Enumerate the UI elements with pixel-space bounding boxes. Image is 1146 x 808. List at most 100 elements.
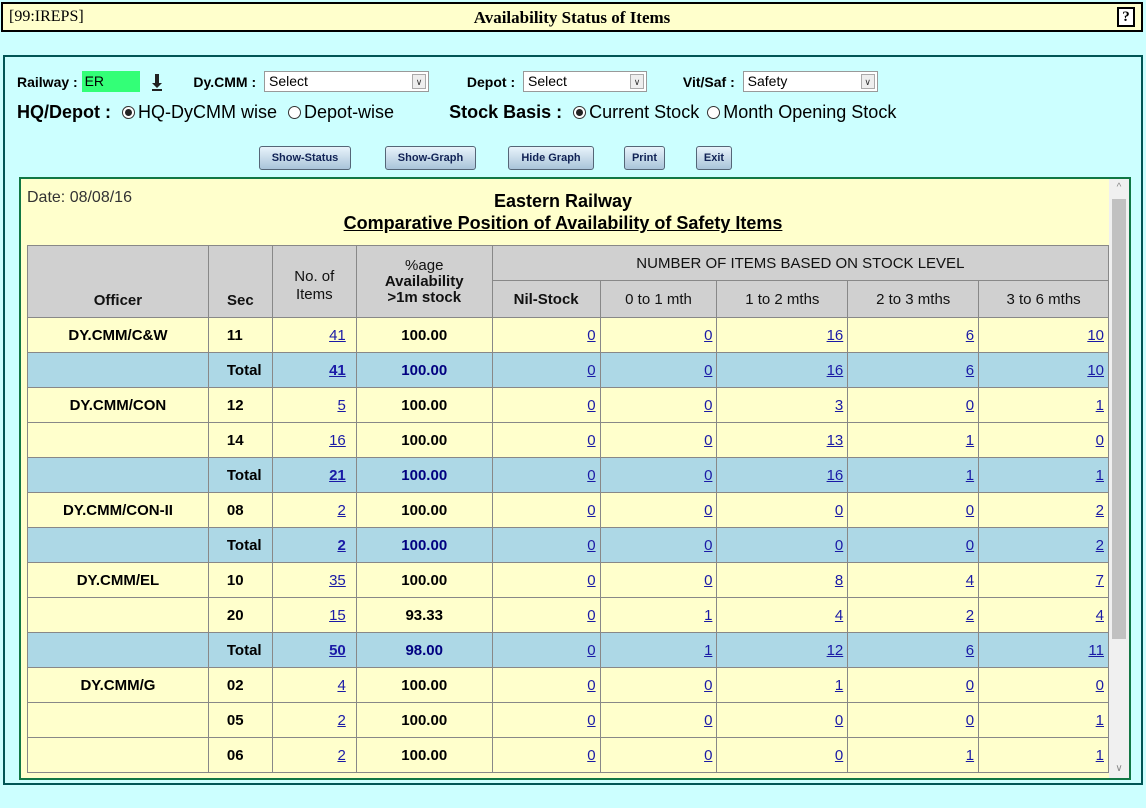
stock-3-6-cell-link[interactable]: 1 bbox=[1096, 397, 1104, 414]
help-button[interactable]: ? bbox=[1117, 7, 1135, 27]
stock-2-3-cell-link[interactable]: 0 bbox=[966, 397, 974, 414]
stock-0-1-cell-link[interactable]: 1 bbox=[704, 607, 712, 624]
stock-3-6-cell[interactable]: 10 bbox=[978, 352, 1109, 388]
stock-3-6-cell[interactable]: 4 bbox=[978, 597, 1109, 633]
download-arrow-icon[interactable] bbox=[149, 73, 165, 91]
stock-0-1-cell-link[interactable]: 0 bbox=[704, 467, 712, 484]
stock-1-2-cell[interactable]: 3 bbox=[716, 387, 849, 423]
stock-2-3-cell[interactable]: 6 bbox=[847, 317, 980, 353]
items-cell-link[interactable]: 2 bbox=[337, 502, 345, 519]
stock-1-2-cell-link[interactable]: 13 bbox=[827, 432, 844, 449]
items-cell[interactable]: 41 bbox=[271, 352, 357, 388]
stock-0-1-cell[interactable]: 0 bbox=[599, 387, 718, 423]
nil-stock-cell[interactable]: 0 bbox=[491, 702, 601, 738]
stock-1-2-cell-link[interactable]: 12 bbox=[827, 642, 844, 659]
stock-0-1-cell-link[interactable]: 0 bbox=[704, 397, 712, 414]
stock-0-1-cell-link[interactable]: 0 bbox=[704, 712, 712, 729]
stock-3-6-cell-link[interactable]: 0 bbox=[1096, 432, 1104, 449]
stock-1-2-cell[interactable]: 0 bbox=[716, 492, 849, 528]
stock-0-1-cell[interactable]: 0 bbox=[599, 702, 718, 738]
stock-3-6-cell[interactable]: 2 bbox=[978, 492, 1109, 528]
stock-2-3-cell[interactable]: 0 bbox=[847, 527, 980, 563]
stock-2-3-cell-link[interactable]: 6 bbox=[966, 642, 974, 659]
stock-3-6-cell[interactable]: 1 bbox=[978, 387, 1109, 423]
stock-2-3-cell-link[interactable]: 1 bbox=[966, 467, 974, 484]
stock-1-2-cell[interactable]: 8 bbox=[716, 562, 849, 598]
stock-2-3-cell-link[interactable]: 0 bbox=[966, 537, 974, 554]
nil-stock-cell-link[interactable]: 0 bbox=[587, 502, 595, 519]
stock-1-2-cell[interactable]: 16 bbox=[716, 352, 849, 388]
nil-stock-cell-link[interactable]: 0 bbox=[587, 467, 595, 484]
stock-3-6-cell-link[interactable]: 2 bbox=[1096, 537, 1104, 554]
nil-stock-cell-link[interactable]: 0 bbox=[587, 537, 595, 554]
stock-0-1-cell[interactable]: 1 bbox=[599, 632, 718, 668]
stock-2-3-cell-link[interactable]: 1 bbox=[966, 747, 974, 764]
stock-1-2-cell[interactable]: 12 bbox=[716, 632, 849, 668]
stock-3-6-cell-link[interactable]: 4 bbox=[1096, 607, 1104, 624]
nil-stock-cell[interactable]: 0 bbox=[491, 317, 601, 353]
nil-stock-cell-link[interactable]: 0 bbox=[587, 642, 595, 659]
nil-stock-cell[interactable]: 0 bbox=[491, 387, 601, 423]
stock-3-6-cell[interactable]: 2 bbox=[978, 527, 1109, 563]
stock-0-1-cell[interactable]: 0 bbox=[599, 317, 718, 353]
month-opening-radio[interactable] bbox=[707, 106, 721, 119]
stock-2-3-cell[interactable]: 2 bbox=[847, 597, 980, 633]
stock-1-2-cell-link[interactable]: 16 bbox=[827, 327, 844, 344]
scroll-down-icon[interactable]: ∨ bbox=[1109, 760, 1129, 778]
nil-stock-cell-link[interactable]: 0 bbox=[587, 362, 595, 379]
stock-3-6-cell-link[interactable]: 1 bbox=[1096, 712, 1104, 729]
stock-0-1-cell-link[interactable]: 0 bbox=[704, 572, 712, 589]
nil-stock-cell-link[interactable]: 0 bbox=[587, 572, 595, 589]
stock-0-1-cell-link[interactable]: 1 bbox=[704, 642, 712, 659]
stock-0-1-cell-link[interactable]: 0 bbox=[704, 502, 712, 519]
hq-dycmm-radio[interactable] bbox=[122, 106, 136, 119]
stock-0-1-cell[interactable]: 0 bbox=[599, 667, 718, 703]
stock-3-6-cell[interactable]: 0 bbox=[978, 667, 1109, 703]
stock-3-6-cell-link[interactable]: 10 bbox=[1087, 327, 1104, 344]
nil-stock-cell-link[interactable]: 0 bbox=[587, 607, 595, 624]
stock-3-6-cell[interactable]: 0 bbox=[978, 422, 1109, 458]
nil-stock-cell[interactable]: 0 bbox=[491, 422, 601, 458]
stock-3-6-cell[interactable]: 7 bbox=[978, 562, 1109, 598]
stock-3-6-cell-link[interactable]: 1 bbox=[1096, 747, 1104, 764]
stock-1-2-cell[interactable]: 1 bbox=[716, 667, 849, 703]
railway-input[interactable]: ER bbox=[81, 71, 140, 92]
nil-stock-cell[interactable]: 0 bbox=[491, 737, 601, 773]
depot-select[interactable]: Select ∨ bbox=[523, 71, 647, 92]
items-cell[interactable]: 2 bbox=[271, 702, 357, 738]
stock-3-6-cell-link[interactable]: 10 bbox=[1087, 362, 1104, 379]
stock-3-6-cell-link[interactable]: 7 bbox=[1096, 572, 1104, 589]
nil-stock-cell[interactable]: 0 bbox=[491, 492, 601, 528]
stock-1-2-cell-link[interactable]: 0 bbox=[835, 502, 843, 519]
nil-stock-cell-link[interactable]: 0 bbox=[587, 677, 595, 694]
stock-1-2-cell[interactable]: 16 bbox=[716, 457, 849, 493]
items-cell[interactable]: 2 bbox=[271, 737, 357, 773]
items-cell-link[interactable]: 50 bbox=[329, 642, 346, 659]
stock-2-3-cell-link[interactable]: 4 bbox=[966, 572, 974, 589]
stock-0-1-cell[interactable]: 0 bbox=[599, 457, 718, 493]
nil-stock-cell[interactable]: 0 bbox=[491, 667, 601, 703]
items-cell[interactable]: 50 bbox=[271, 632, 357, 668]
stock-2-3-cell[interactable]: 0 bbox=[847, 492, 980, 528]
nil-stock-cell[interactable]: 0 bbox=[491, 457, 601, 493]
print-button[interactable]: Print bbox=[624, 146, 665, 170]
nil-stock-cell-link[interactable]: 0 bbox=[587, 327, 595, 344]
stock-1-2-cell-link[interactable]: 8 bbox=[835, 572, 843, 589]
stock-2-3-cell-link[interactable]: 0 bbox=[966, 712, 974, 729]
items-cell-link[interactable]: 2 bbox=[337, 712, 345, 729]
show-graph-button[interactable]: Show-Graph bbox=[385, 146, 476, 170]
items-cell[interactable]: 5 bbox=[271, 387, 357, 423]
stock-1-2-cell-link[interactable]: 3 bbox=[835, 397, 843, 414]
stock-3-6-cell[interactable]: 11 bbox=[978, 632, 1109, 668]
stock-0-1-cell[interactable]: 0 bbox=[599, 492, 718, 528]
items-cell[interactable]: 2 bbox=[271, 527, 357, 563]
items-cell-link[interactable]: 2 bbox=[337, 537, 345, 554]
hide-graph-button[interactable]: Hide Graph bbox=[508, 146, 594, 170]
nil-stock-cell-link[interactable]: 0 bbox=[587, 712, 595, 729]
items-cell[interactable]: 15 bbox=[271, 597, 357, 633]
stock-2-3-cell[interactable]: 6 bbox=[847, 352, 980, 388]
nil-stock-cell[interactable]: 0 bbox=[491, 562, 601, 598]
stock-3-6-cell-link[interactable]: 2 bbox=[1096, 502, 1104, 519]
stock-1-2-cell[interactable]: 4 bbox=[716, 597, 849, 633]
stock-3-6-cell-link[interactable]: 11 bbox=[1088, 642, 1104, 659]
